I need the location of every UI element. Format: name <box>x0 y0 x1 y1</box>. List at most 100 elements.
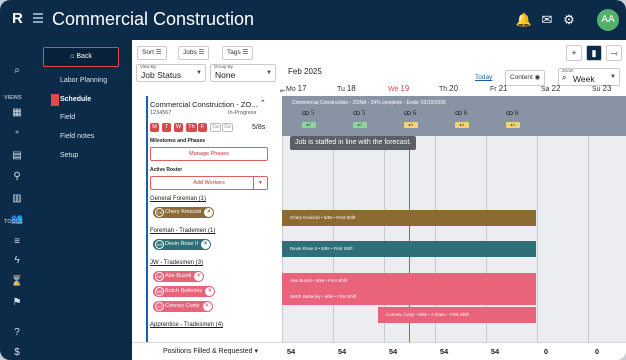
workday-toggle[interactable]: Th <box>186 123 197 132</box>
menu-icon[interactable] <box>33 13 43 23</box>
group-by-label: Group By <box>214 64 234 69</box>
job-id: 1234567 <box>150 110 172 116</box>
views-label: VIEWS <box>4 95 22 101</box>
assignment-bar[interactable]: Butch Butterley • 5/8s • First Shift <box>282 289 536 305</box>
filter-icon: ☰ <box>198 49 205 56</box>
assignment-bar[interactable]: Conney Custy • 5/8s • 7:00am - First Shi… <box>378 307 536 323</box>
gear-icon[interactable]: ⚙ <box>560 11 578 29</box>
add-icon[interactable]: + <box>566 45 582 61</box>
assignment-bar[interactable]: Chery Kmicicki • 5/8s • First Shift <box>282 210 536 226</box>
user-avatar[interactable]: AA <box>597 9 619 31</box>
content-label: Content <box>510 74 533 81</box>
zoom-value: Week <box>573 74 595 84</box>
menu-item-setup[interactable]: Setup <box>44 150 124 162</box>
day-header[interactable]: Th 20 <box>439 84 490 93</box>
people-add-icon[interactable]: ⁺ <box>10 129 24 141</box>
day-of-week: Fr <box>490 86 499 93</box>
dollar-icon[interactable]: $ <box>10 347 24 359</box>
back-button[interactable]: ⌂ Back <box>43 47 119 67</box>
tags-label: Tags <box>227 49 241 56</box>
group-by-value: None <box>215 70 236 80</box>
worker-initials: CK <box>155 208 164 217</box>
sort-label: Sort <box>142 49 154 56</box>
mail-icon[interactable]: ✉ <box>538 11 556 29</box>
bolt-icon[interactable]: ϟ <box>10 255 24 267</box>
chevron-down-icon: ▼ <box>266 70 272 76</box>
day-header[interactable]: We 19 <box>388 84 439 93</box>
view-by-label: View By <box>140 64 157 69</box>
group-by-select[interactable]: Group By None ▼ <box>210 64 276 82</box>
trash-icon[interactable]: ▮ <box>586 45 602 61</box>
bell-icon[interactable]: 🔔 <box>515 11 533 29</box>
menu-item-field-notes[interactable]: Field notes <box>44 131 124 143</box>
assignment-bar[interactable]: Abe Buzell • 5/8s • First Shift <box>282 273 536 289</box>
search-icon[interactable]: ⌕ <box>10 65 24 77</box>
worker-chip[interactable]: DR Devin Rose II × <box>153 239 212 250</box>
worker-initials: BB <box>155 287 164 296</box>
building-icon[interactable]: ▥ <box>10 193 24 205</box>
role-heading[interactable]: General Foreman (1) <box>150 196 206 202</box>
worker-chip[interactable]: CK Chery Kmicicki × <box>153 207 215 218</box>
filter-icon: ☰ <box>242 49 249 56</box>
jobs-filter-button[interactable]: Jobs ☰ <box>178 46 210 60</box>
day-header[interactable]: Mo 17 <box>286 84 337 93</box>
worker-chip[interactable]: AB Abe Buzell × <box>153 271 205 282</box>
collapse-icon[interactable]: ⤙ <box>606 45 622 61</box>
menu-item-labor-planning[interactable]: Labor Planning <box>44 75 124 87</box>
home-icon: ⌂ <box>70 53 75 60</box>
app-logo: R <box>12 10 23 27</box>
day-header[interactable]: Tu 18 <box>337 84 388 93</box>
workday-toggle[interactable]: T <box>162 123 171 132</box>
manage-phases-button[interactable]: Manage Phases <box>150 147 268 161</box>
worker-chip[interactable]: BB Butch Butterley × <box>153 286 216 297</box>
day-header[interactable]: Su 23 <box>592 84 626 93</box>
worker-chip[interactable]: CC Conney Custy × <box>153 301 213 312</box>
role-heading[interactable]: Foreman - Trademen (1) <box>150 228 215 234</box>
remove-icon[interactable]: × <box>205 287 215 296</box>
active-indicator <box>51 94 59 106</box>
roster-list: General Foreman (1) CK Chery Kmicicki × Fore… <box>150 196 270 344</box>
menu-item-label: Field <box>60 114 76 121</box>
tags-filter-button[interactable]: Tags ☰ <box>222 46 254 60</box>
view-by-select[interactable]: View By Job Status ▼ <box>136 64 206 82</box>
job-title[interactable]: Commercial Construction - ZO... <box>150 100 258 109</box>
assignment-bar[interactable]: Devin Rose II • 5/8s • First Shift <box>282 241 536 257</box>
positions-select[interactable]: Positions Filled & Requested ▾ <box>159 346 262 358</box>
eye-icon: ◉ <box>534 74 541 81</box>
sort-button[interactable]: Sort ☰ <box>137 46 167 60</box>
list-tool-icon[interactable]: ≡ <box>10 236 24 248</box>
menu-item-schedule[interactable]: Schedule <box>44 94 124 106</box>
day-header[interactable]: Sa 22 <box>541 84 592 93</box>
today-link[interactable]: Today <box>475 74 492 81</box>
timer-icon[interactable]: ⌛ <box>10 276 24 288</box>
chevron-up-icon[interactable]: ⌃ <box>260 99 266 107</box>
workday-toggle[interactable]: M <box>150 123 159 132</box>
flag-icon[interactable]: ⚑ <box>10 297 24 309</box>
location-icon[interactable]: ⚲ <box>10 171 24 183</box>
workday-toggle[interactable]: Su <box>222 123 233 132</box>
icon-rail: ⌕ VIEWS ▦ ⁺ ▤ ⚲ ▥ 👥 TOOLS ≡ ϟ ⌛ ⚑ ? $ <box>0 40 36 360</box>
footer-value: 54 <box>388 347 398 356</box>
table-icon[interactable]: ▤ <box>10 150 24 162</box>
day-of-week: Su <box>592 86 603 93</box>
workday-toggle[interactable]: F <box>198 123 207 132</box>
help-icon[interactable]: ? <box>10 327 24 339</box>
footer-value: 54 <box>337 347 347 356</box>
role-heading[interactable]: JW - Tradesmen (3) <box>150 260 203 266</box>
menu-item-field[interactable]: Field <box>44 112 124 124</box>
role-heading[interactable]: Apprentice - Tradesmen (4) <box>150 322 223 328</box>
remove-icon[interactable]: × <box>204 208 214 217</box>
remove-icon[interactable]: × <box>194 272 204 281</box>
workday-toggle[interactable]: Sa <box>210 123 221 132</box>
add-workers-button[interactable]: Add Workers ▾ <box>150 176 268 190</box>
calendar-view-icon[interactable]: ▦ <box>10 107 24 119</box>
day-header[interactable]: Fr 21 <box>490 84 541 93</box>
remove-icon[interactable]: × <box>202 302 212 311</box>
day-of-week: We <box>388 86 401 93</box>
menu-item-label: Schedule <box>60 96 92 103</box>
day-number: 18 <box>346 84 356 93</box>
shift-value: 5/8s <box>252 124 266 131</box>
positions-select-label: Positions Filled & Requested <box>163 348 253 355</box>
remove-icon[interactable]: × <box>201 240 211 249</box>
workday-toggle[interactable]: W <box>174 123 183 132</box>
